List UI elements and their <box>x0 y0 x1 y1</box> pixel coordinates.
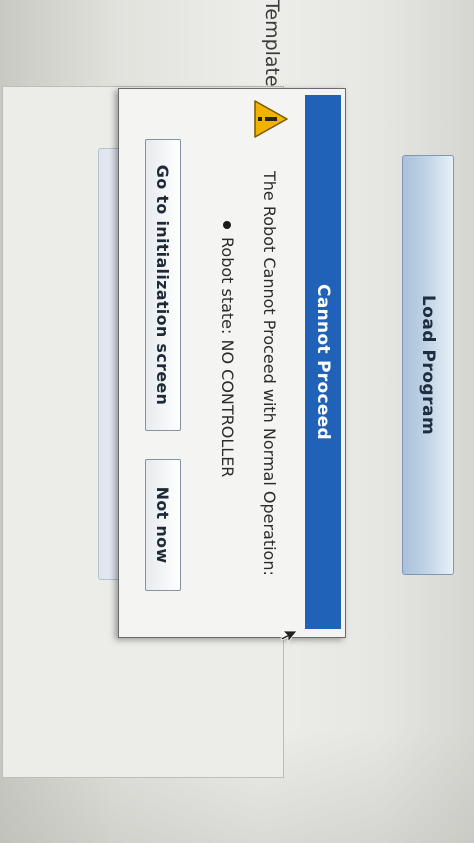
screen: Template Load Program Cannot Proceed The… <box>0 0 474 843</box>
template-label: Template <box>261 0 283 87</box>
bullet-icon <box>223 221 232 229</box>
robot-state-item: Robot state: NO CONTROLLER <box>218 221 237 477</box>
dialog-message: The Robot Cannot Proceed with Normal Ope… <box>260 171 279 576</box>
load-program-button[interactable]: Load Program <box>402 155 454 575</box>
warning-icon <box>254 100 288 138</box>
not-now-button[interactable]: Not now <box>145 459 181 591</box>
cannot-proceed-dialog: Cannot Proceed The Robot Cannot Proceed … <box>118 88 346 638</box>
dialog-title: Cannot Proceed <box>305 95 341 629</box>
robot-state-text: Robot state: NO CONTROLLER <box>218 237 237 478</box>
mouse-pointer-icon <box>280 630 298 644</box>
go-to-initialization-button[interactable]: Go to initialization screen <box>145 139 181 431</box>
